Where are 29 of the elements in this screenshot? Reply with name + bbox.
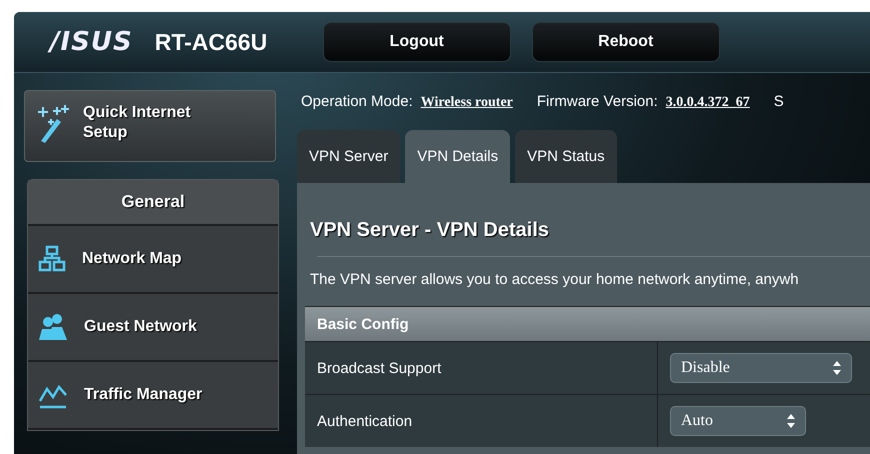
select-field[interactable]: Disable (670, 353, 852, 383)
brand-logo: /ISUS (50, 27, 133, 57)
quick-setup-label: Quick Internet Setup (83, 103, 192, 143)
field-label: Broadcast Support (305, 342, 658, 394)
sidebar-item[interactable]: Guest Network (28, 294, 278, 362)
sidebar-title: General (28, 180, 278, 226)
field-label: Authentication (305, 395, 658, 447)
people-icon (38, 313, 68, 341)
header-button[interactable]: Logout (322, 22, 511, 62)
sidebar-item[interactable]: Traffic Manager (28, 362, 278, 430)
spinner-arrows-icon (787, 414, 795, 428)
quick-setup-button[interactable]: Quick Internet Setup (24, 90, 276, 162)
select-field[interactable]: Auto (670, 406, 806, 436)
header-button[interactable]: Reboot (532, 22, 720, 62)
tab[interactable]: VPN Details (405, 130, 510, 183)
status-link[interactable]: 3.0.0.4.372_67 (666, 94, 750, 110)
status-label: S (774, 93, 784, 110)
page-title: VPN Server - VPN Details (309, 218, 550, 242)
section-header: Basic Config (305, 307, 870, 341)
description: The VPN server allows you to access your home network anytime, anywh (309, 271, 800, 288)
network-icon (38, 245, 66, 273)
sidebar-item[interactable]: Network Map (28, 226, 278, 294)
spinner-arrows-icon (833, 361, 841, 375)
tab[interactable]: VPN Status (515, 130, 617, 183)
model-name: RT-AC66U (154, 28, 268, 56)
status-label: Firmware Version: (536, 92, 658, 110)
tab[interactable]: VPN Server (297, 130, 400, 183)
status-label: Operation Mode: (301, 92, 413, 110)
status-link[interactable]: Wireless router (420, 94, 513, 110)
